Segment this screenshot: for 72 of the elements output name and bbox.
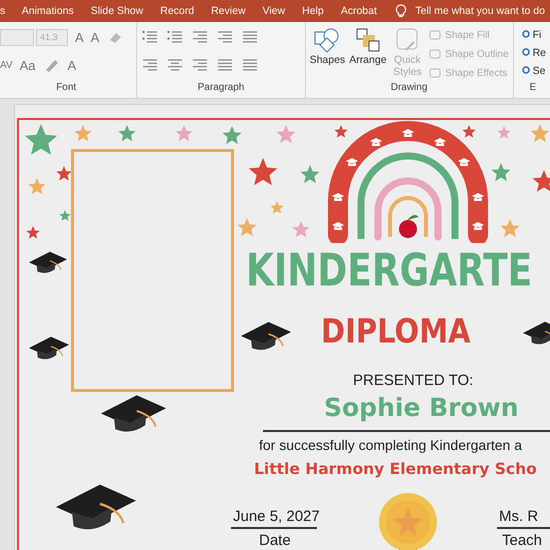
star-icon [292,221,310,239]
align-center-icon[interactable] [166,58,184,72]
star-icon [500,219,520,239]
editing-button[interactable]: Re [520,44,546,61]
editing-button[interactable]: Fi [520,26,546,43]
columns-icon[interactable] [241,58,260,72]
lightbulb-icon[interactable] [395,4,408,18]
star-icon [491,163,511,183]
group-label: Paragraph [196,82,246,95]
graduation-cap-icon [29,336,69,361]
student-name: Sophie Brown [324,395,519,420]
star-icon [334,125,348,139]
diploma-subtitle: DIPLOMA [321,315,471,348]
bullets-icon[interactable] [141,30,160,44]
seal-icon [377,492,439,550]
date-value: June 5, 2027 [233,509,320,524]
group-label: Drawing [390,82,428,95]
star-icon [300,165,320,185]
star-icon [59,210,71,222]
graduation-cap-icon [241,321,291,352]
star-icon [532,170,550,194]
school-name: Little Harmony Elementary Scho [254,462,537,478]
menu-tab[interactable]: Animations [13,5,82,17]
line-spacing-icon[interactable] [241,30,260,44]
font-format-button[interactable]: AV [0,60,13,70]
menu-tab[interactable]: Record [152,5,203,17]
ribbon-button[interactable]: Arrange [349,26,387,82]
justify-icon[interactable] [216,58,234,72]
completion-text: for successfully completing Kindergarten a [259,438,522,452]
star-icon [175,125,193,143]
star-icon [462,125,476,139]
star-icon [74,125,92,143]
menu-tab[interactable]: s [0,5,14,17]
editing-button[interactable]: Se [520,62,546,79]
star-icon [118,125,136,143]
menu-tab[interactable]: Review [202,5,254,17]
tell-me-search[interactable]: Tell me what you want to do [415,5,545,17]
graduation-cap-icon [101,394,166,434]
increase-indent-icon[interactable] [216,30,234,44]
star-icon [222,126,242,146]
star-icon [530,124,550,144]
menu-tab[interactable]: Acrobat [332,5,386,17]
menu-tab[interactable]: View [254,5,294,17]
presented-to-label: PRESENTED TO: [353,373,474,388]
graduation-cap-icon [29,251,67,275]
menu-tab[interactable]: Slide Show [82,5,152,17]
teacher-label: Teach [502,533,542,548]
ribbon-button[interactable]: Shapes [310,26,346,82]
teacher-name: Ms. R [499,509,538,524]
font-size-button[interactable]: A [90,30,100,44]
star-icon [248,158,278,188]
star-icon [237,218,257,238]
align-left-icon[interactable] [141,58,160,72]
slide[interactable]: KINDERGARTE DIPLOMA PRESENTED TO: Sophie Brown for successfully completing Kindergarten a Little Harmony Elementary Scho June 5, 2027 Date Ms. R Teach [14,104,550,550]
star-icon [276,125,296,145]
diploma-title: KINDERGARTE [246,249,532,294]
font-format-button[interactable]: A [68,58,76,72]
group-label: E [528,82,538,95]
date-label: Date [259,533,291,548]
menu-tab[interactable]: Help [294,5,332,17]
font-format-button[interactable]: Aa [20,58,36,72]
font-size-button[interactable]: A [75,30,84,44]
font-name-field[interactable] [0,28,34,46]
numbering-icon[interactable] [166,30,184,44]
star-icon [28,178,46,196]
star-icon [497,126,511,140]
group-label: Font [55,82,78,95]
align-right-icon[interactable] [191,58,210,72]
decrease-indent-icon[interactable] [191,30,210,44]
star-icon [270,201,284,215]
star-icon [56,166,72,182]
star-icon [26,226,40,240]
